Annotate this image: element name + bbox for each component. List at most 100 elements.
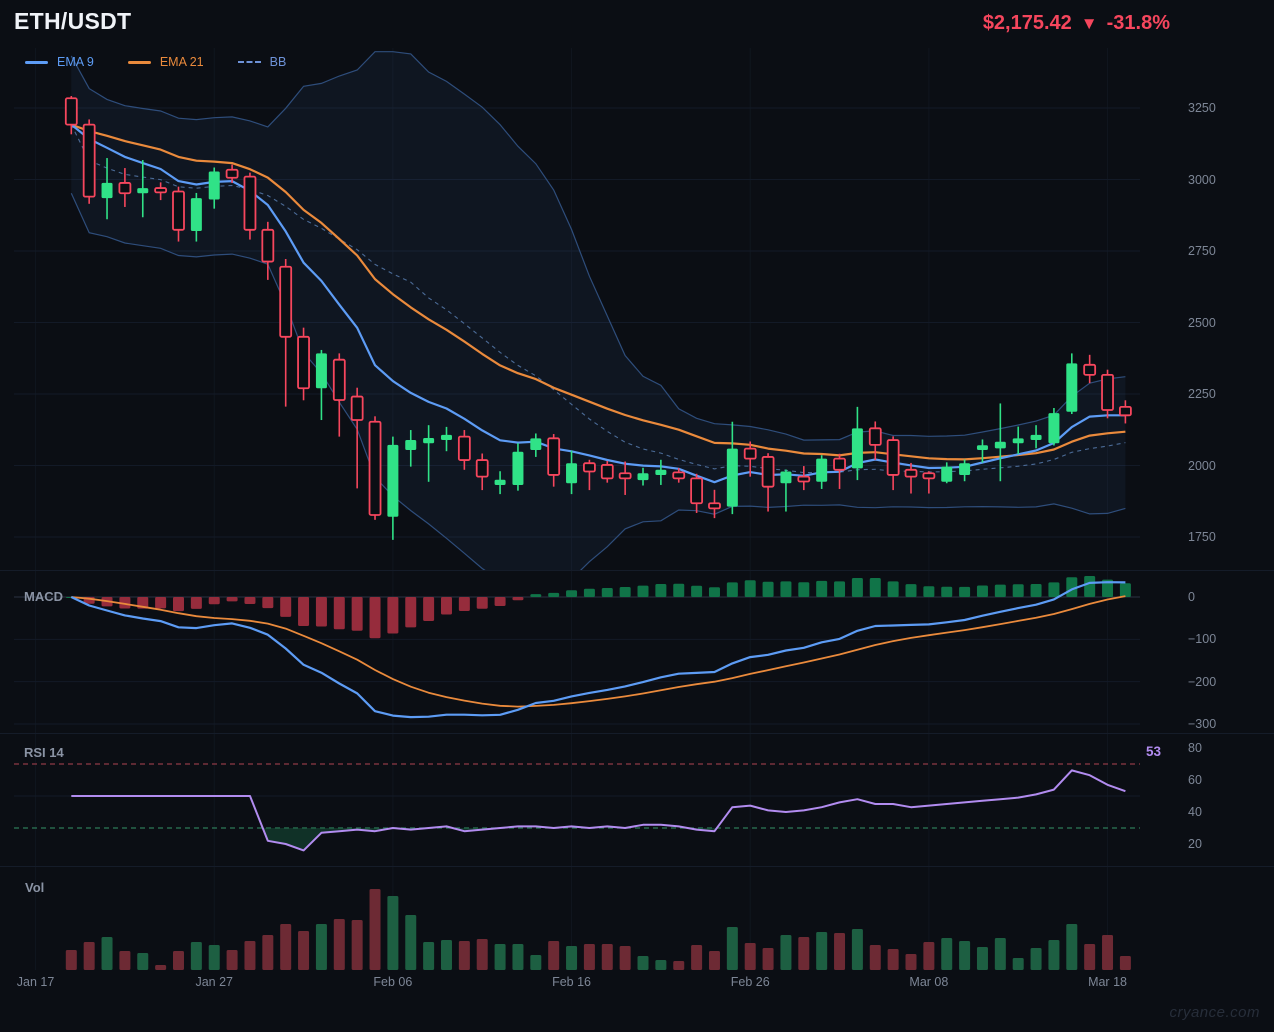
legend-label-bb: BB (269, 55, 287, 69)
candle-body (1083, 363, 1097, 376)
legend-item-ema9[interactable]: EMA 9 (25, 55, 94, 69)
macd-pane (14, 576, 1140, 719)
candle-body (1118, 405, 1132, 417)
macd-histogram-bar (798, 582, 810, 597)
candle-body (1066, 363, 1078, 412)
candle-body (530, 438, 542, 451)
macd-histogram-bar (458, 597, 470, 612)
macd-signal-line (71, 595, 1126, 708)
x-axis-label: Feb 26 (730, 975, 770, 989)
candle-body (886, 439, 900, 476)
chart-canvas[interactable] (0, 0, 1274, 1032)
volume-bar (1030, 948, 1042, 970)
volume-bar (923, 942, 935, 970)
macd-histogram-bar (780, 581, 792, 597)
volume-bar (298, 931, 310, 970)
candle-body (208, 171, 220, 200)
candle-body (297, 335, 310, 390)
volume-bar (780, 935, 792, 970)
candle-body (941, 466, 953, 482)
legend-item-ema21[interactable]: EMA 21 (127, 55, 204, 69)
rsi-current-value: 53 (1146, 744, 1162, 759)
rsi-tick-label: 20 (1188, 837, 1202, 851)
volume-bar (994, 938, 1006, 970)
candle-body (816, 458, 828, 482)
price-tick-label: 2000 (1188, 458, 1216, 473)
volume-bar (583, 944, 595, 970)
volume-bar (619, 946, 631, 970)
macd-histogram-bar (280, 597, 292, 617)
candle-body (566, 463, 578, 484)
volume-pane-label: Vol (25, 880, 45, 895)
macd-histogram-bar (905, 584, 917, 597)
macd-histogram-bar (262, 597, 274, 609)
macd-histogram-bar (423, 597, 435, 622)
price-tick-label: 1750 (1188, 530, 1216, 544)
macd-histogram-bar (601, 587, 613, 597)
candle-body (423, 438, 435, 444)
legend-label-ema21: EMA 21 (159, 55, 204, 69)
candle-body (82, 123, 96, 198)
macd-histogram-bar (762, 581, 774, 597)
volume-bar (387, 896, 399, 970)
macd-histogram-bar (315, 597, 327, 627)
candle-body (440, 434, 452, 441)
candle-body (405, 440, 417, 451)
volume-bar (959, 941, 971, 970)
rsi-pane (14, 763, 1140, 852)
candle-body (350, 395, 364, 421)
volume-bar (905, 954, 917, 970)
volume-bar (869, 945, 881, 970)
macd-histogram-bar (637, 585, 649, 597)
macd-histogram-bar (655, 584, 667, 597)
candle-body (512, 451, 524, 485)
candle-body (101, 182, 113, 199)
x-axis-label: Feb 06 (373, 975, 413, 989)
candle-body (976, 445, 988, 451)
volume-bar (512, 944, 524, 970)
macd-histogram-bar (387, 597, 399, 634)
volume-bar (333, 919, 345, 970)
volume-bar (637, 956, 649, 970)
price-tick-label: 3000 (1188, 172, 1216, 187)
macd-histogram-bar (566, 590, 578, 597)
candle-body (994, 441, 1006, 449)
volume-bar (1084, 944, 1096, 970)
price-block: $2,175.42 ▼ -31.8% (983, 12, 1170, 35)
volume-bar (423, 942, 435, 970)
volume-bar (137, 953, 149, 970)
candle-body (743, 447, 757, 460)
x-axis-label: Feb 16 (552, 975, 592, 989)
macd-histogram-bar (887, 581, 899, 597)
macd-histogram-bar (440, 597, 452, 615)
macd-histogram-bar (976, 585, 988, 597)
candle-body (618, 472, 632, 480)
candle-body (387, 444, 399, 517)
candle-body (904, 468, 918, 478)
volume-bar (976, 947, 988, 970)
x-axis-label: Mar 08 (909, 975, 949, 989)
macd-histogram-bar (512, 597, 524, 601)
bb-dashed-swatch (237, 61, 261, 63)
candle-body (583, 462, 596, 473)
macd-histogram-bar (494, 597, 506, 607)
volume-bar (708, 951, 720, 970)
macd-histogram-bar (994, 584, 1006, 597)
macd-histogram-bar (351, 597, 363, 631)
legend-item-bb[interactable]: BB (237, 55, 287, 69)
macd-histogram-bar (959, 586, 971, 597)
last-price: $2,175.42 (982, 12, 1072, 34)
volume-bar (280, 924, 292, 970)
candle-body (1030, 434, 1042, 441)
volume-bar (530, 955, 542, 970)
macd-pane-label: MACD (24, 589, 63, 604)
macd-histogram-bar (155, 597, 167, 609)
candle-body (851, 428, 863, 469)
candle-body (475, 459, 489, 478)
macd-histogram-bar (1084, 576, 1096, 597)
macd-tick-label: −200 (1188, 674, 1217, 689)
symbol-title: ETH/USDT (14, 8, 132, 34)
candle-body (64, 97, 78, 126)
x-axis-label: Jan 17 (16, 975, 55, 989)
candle-body (797, 475, 811, 483)
